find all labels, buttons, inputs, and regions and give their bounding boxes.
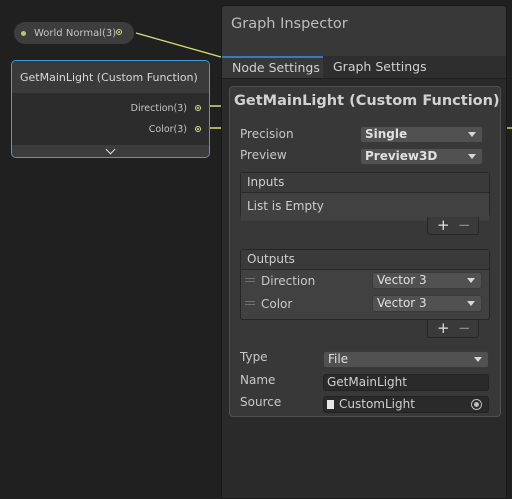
inspector-title: Graph Inspector — [231, 16, 348, 32]
dropdown-arrow-icon — [468, 132, 476, 137]
world-normal-node[interactable]: World Normal(3) — [14, 22, 134, 44]
tab-node-settings[interactable]: Node Settings — [222, 56, 323, 78]
output-type-dropdown[interactable]: Vector 3 — [372, 272, 482, 289]
inputs-header: Inputs — [241, 173, 489, 193]
precision-value: Single — [365, 127, 408, 141]
type-value: File — [328, 352, 349, 366]
inspector-header[interactable]: Graph Inspector — [222, 6, 506, 56]
inspector-tabs: Node Settings Graph Settings — [222, 56, 506, 79]
dropdown-arrow-icon — [467, 278, 475, 283]
outputs-add-button[interactable]: + — [437, 318, 450, 338]
outputs-add-remove: + − — [427, 318, 479, 338]
name-field[interactable]: GetMainLight — [323, 374, 489, 391]
dropdown-arrow-icon — [468, 154, 476, 159]
output-row-direction[interactable]: Direction Vector 3 — [241, 270, 489, 292]
preview-label: Preview — [240, 148, 287, 162]
type-label: Type — [240, 350, 268, 364]
drag-handle-icon[interactable] — [245, 278, 255, 282]
outputs-list: Outputs Direction Vector 3 Color Vector … — [240, 249, 490, 320]
wire-world-normal — [135, 32, 222, 58]
node-collapse-button[interactable] — [12, 144, 209, 157]
card-title: GetMainLight (Custom Function) Node — [234, 93, 500, 109]
inputs-add-remove: + − — [427, 215, 479, 235]
tab-graph-settings[interactable]: Graph Settings — [333, 56, 427, 78]
chevron-down-icon — [105, 144, 116, 154]
world-normal-label: World Normal(3) — [34, 27, 117, 39]
world-normal-dot-icon — [21, 30, 26, 36]
output-type-dropdown[interactable]: Vector 3 — [372, 295, 482, 312]
node-title: GetMainLight (Custom Function) — [12, 61, 209, 93]
preview-value: Preview3D — [365, 149, 438, 163]
outputs-header: Outputs — [241, 250, 489, 270]
name-value: GetMainLight — [327, 375, 407, 389]
inputs-list: Inputs List is Empty — [240, 172, 490, 221]
node-settings-card: GetMainLight (Custom Function) Node Prec… — [229, 86, 501, 417]
node-body: Direction(3) Color(3) — [12, 93, 209, 145]
object-picker-icon[interactable] — [471, 399, 482, 410]
precision-dropdown[interactable]: Single — [360, 126, 483, 143]
precision-label: Precision — [240, 127, 294, 141]
node-output-color-label: Color(3) — [148, 124, 187, 135]
inputs-add-button[interactable]: + — [437, 215, 450, 235]
output-row-color[interactable]: Color Vector 3 — [241, 293, 489, 315]
preview-dropdown[interactable]: Preview3D — [360, 148, 483, 165]
graph-inspector: Graph Inspector Node Settings Graph Sett… — [221, 5, 507, 499]
inputs-remove-button[interactable]: − — [458, 215, 471, 235]
custom-function-node[interactable]: GetMainLight (Custom Function) Direction… — [11, 60, 210, 158]
dropdown-arrow-icon — [467, 301, 475, 306]
dropdown-arrow-icon — [474, 357, 482, 362]
file-icon — [327, 400, 334, 409]
source-value: CustomLight — [339, 397, 415, 411]
drag-handle-icon[interactable] — [245, 301, 255, 305]
outputs-remove-button[interactable]: − — [458, 318, 471, 338]
type-dropdown[interactable]: File — [323, 351, 489, 368]
source-label: Source — [240, 395, 282, 409]
color-output-port-icon[interactable] — [195, 126, 201, 132]
node-output-direction-label: Direction(3) — [130, 103, 187, 114]
output-type-value: Vector 3 — [377, 273, 427, 287]
world-normal-output-port-icon[interactable] — [116, 29, 122, 35]
output-name: Color — [261, 297, 293, 311]
output-name: Direction — [261, 274, 316, 288]
direction-output-port-icon[interactable] — [195, 105, 201, 111]
source-object-field[interactable]: CustomLight — [323, 396, 489, 413]
name-label: Name — [240, 373, 276, 387]
output-type-value: Vector 3 — [377, 296, 427, 310]
